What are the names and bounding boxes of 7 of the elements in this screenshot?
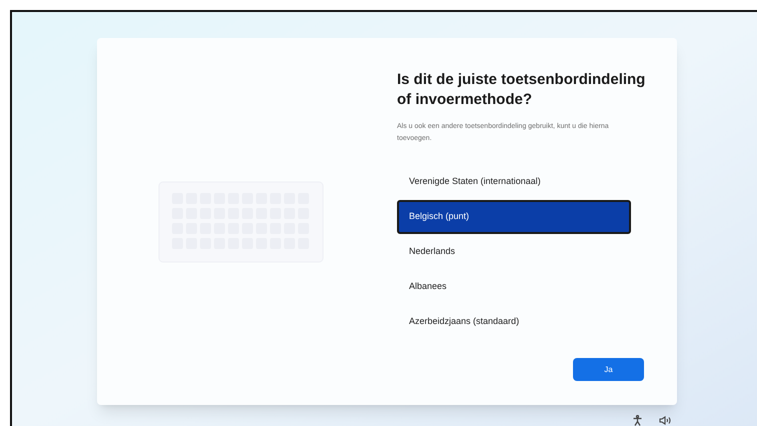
layout-option[interactable]: Belgisch (punt) [397,200,631,234]
page-title: Is dit de juiste toetsenbordindeling of invoermethode? [397,70,646,110]
layout-option[interactable]: Albanees [397,270,631,304]
layout-option[interactable]: Azerbeidzjaans (standaard) [397,305,631,339]
layout-option[interactable]: Nederlands [397,235,631,269]
layout-option[interactable]: Verenigde Staten (internationaal) [397,165,631,199]
yes-button[interactable]: Ja [573,358,644,381]
